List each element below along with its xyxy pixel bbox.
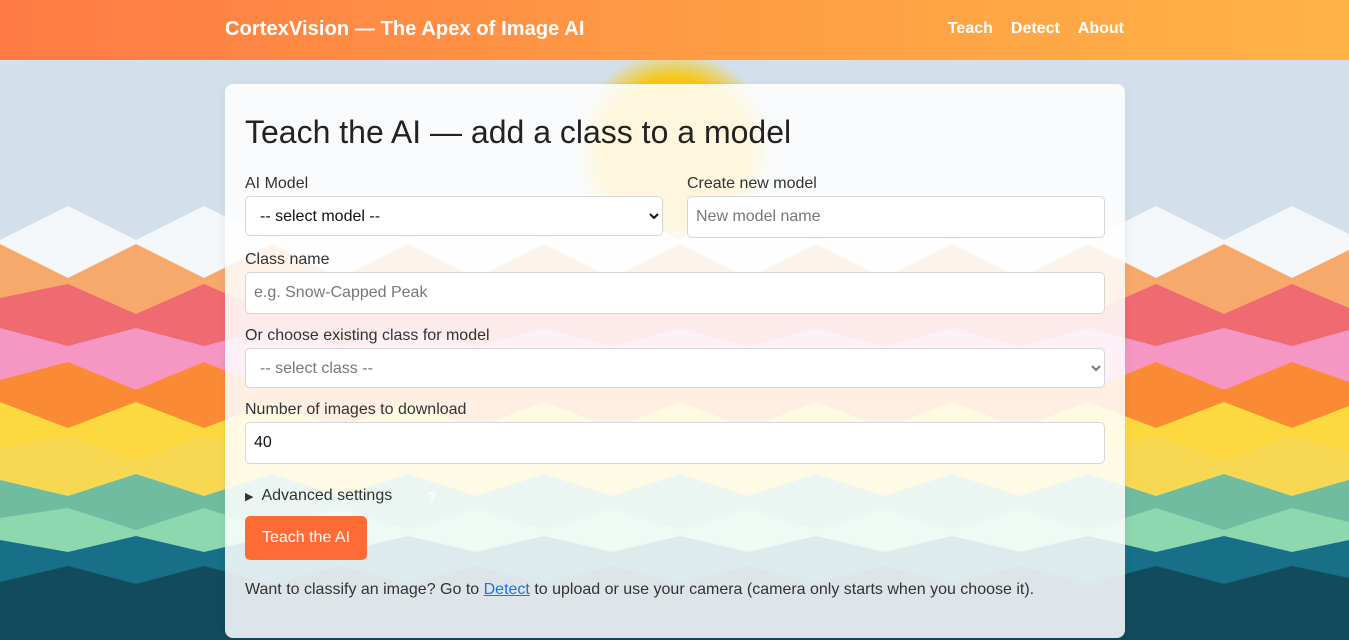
footer-text-after: to upload or use your camera (camera onl… <box>529 581 1035 598</box>
existing-class-label: Or choose existing class for model <box>245 327 490 344</box>
footer-note: Want to classify an image? Go to Detect … <box>245 581 1034 599</box>
nav-detect-link[interactable]: Detect <box>1011 20 1060 38</box>
brand-title: CortexVision — The Apex of Image AI <box>225 18 585 40</box>
teach-ai-button[interactable]: Teach the AI <box>245 516 367 560</box>
nav-about-link[interactable]: About <box>1078 20 1124 38</box>
main-nav: Teach Detect About <box>948 20 1124 38</box>
footer-text-before: Want to classify an image? Go to <box>245 581 484 598</box>
model-select[interactable]: -- select model -- <box>245 196 663 236</box>
existing-class-select[interactable]: -- select class -- <box>245 348 1105 388</box>
model-label: AI Model <box>245 175 309 192</box>
num-images-input[interactable] <box>245 422 1105 464</box>
new-model-input[interactable] <box>687 196 1105 238</box>
detect-link[interactable]: Detect <box>484 581 530 598</box>
new-model-label: Create new model <box>687 175 817 192</box>
disclosure-triangle-icon: ▶ <box>245 490 254 503</box>
class-name-label: Class name <box>245 251 330 268</box>
page-title: Teach the AI — add a class to a model <box>245 114 792 150</box>
class-name-input[interactable] <box>245 272 1105 314</box>
num-images-label: Number of images to download <box>245 401 467 418</box>
help-icon[interactable]: ? <box>428 489 436 504</box>
teach-card: Teach the AI — add a class to a model AI… <box>225 84 1125 638</box>
advanced-settings-toggle[interactable]: ▶ Advanced settings <box>245 487 392 505</box>
top-header: CortexVision — The Apex of Image AI Teac… <box>0 0 1349 60</box>
advanced-settings-label: Advanced settings <box>261 487 393 504</box>
nav-teach-link[interactable]: Teach <box>948 20 993 38</box>
